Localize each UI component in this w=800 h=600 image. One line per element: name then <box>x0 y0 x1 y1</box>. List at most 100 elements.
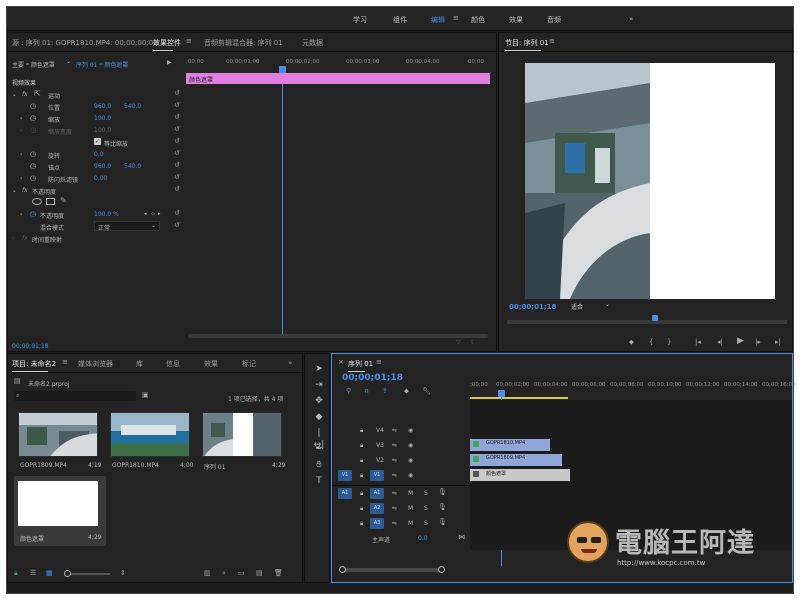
workspace-audio[interactable]: 音频 <box>547 15 561 25</box>
eye-icon[interactable]: ◉ <box>408 472 413 479</box>
reset-icon[interactable]: ↺ <box>174 174 180 181</box>
tab-project[interactable]: 项目: 未命名2 <box>12 359 56 372</box>
timeline-ruler[interactable]: ;00;00 00;00;02;00 00;00;04;00 00;00;06;… <box>470 380 796 398</box>
add-keyframe-icon[interactable]: ◇ <box>151 211 155 218</box>
anchor-y-value[interactable]: 540.0 <box>124 163 141 170</box>
program-monitor-title[interactable]: 节目: 序列 01 <box>505 38 549 51</box>
expand-arrow-icon[interactable]: › <box>12 235 14 242</box>
anchor-x-value[interactable]: 960.0 <box>94 163 111 170</box>
expand-arrow-icon[interactable]: › <box>20 211 22 218</box>
timeline-timecode[interactable]: 00;00;01;18 <box>342 373 403 383</box>
solo-button[interactable]: S <box>424 520 428 527</box>
stopwatch-icon[interactable]: ◷ <box>30 115 36 122</box>
export-icon[interactable]: ⇪ <box>470 339 475 346</box>
sync-lock-icon[interactable]: ⇋ <box>392 457 397 464</box>
sequence-clip-link[interactable]: 序列 01 * 颜色遮罩 <box>76 60 128 69</box>
hand-icon[interactable]: ✋︎ <box>313 459 325 471</box>
timeline-clip[interactable]: GOPR1809.MP4 <box>470 454 562 466</box>
lock-icon[interactable]: 🔒︎ <box>360 472 363 479</box>
reset-icon[interactable]: ↺ <box>174 114 180 121</box>
project-item-thumbnail[interactable] <box>18 412 98 457</box>
effect-scrollbar[interactable] <box>188 334 488 338</box>
tab-audio-clip-mixer[interactable]: 音频剪辑混合器: 序列 01 <box>204 38 283 48</box>
chevron-down-icon[interactable]: ⌄ <box>66 58 71 65</box>
master-clip-selector[interactable]: 主要 * 颜色遮罩 <box>12 60 55 69</box>
trash-icon[interactable]: 🗑︎ <box>274 570 283 577</box>
play-icon[interactable]: ▶ <box>737 337 744 346</box>
mute-button[interactable]: M <box>408 490 413 497</box>
fit-dropdown[interactable]: 适合 ⌄ <box>569 301 615 311</box>
go-to-end-icon[interactable]: ⋈ <box>458 534 465 541</box>
find-icon[interactable]: ⌕ <box>222 570 226 577</box>
anti-flicker-value[interactable]: 0.00 <box>94 175 107 182</box>
program-timecode[interactable]: 00;00;01;18 <box>509 303 556 311</box>
stopwatch-active-icon[interactable]: ◷ <box>30 211 36 218</box>
reset-icon[interactable]: ↺ <box>174 150 180 157</box>
color-matte-clip-bar[interactable]: 颜色遮罩 <box>186 73 490 84</box>
eye-icon[interactable]: ◉ <box>408 442 413 449</box>
type-tool-icon[interactable]: T <box>313 475 325 487</box>
project-item-thumbnail[interactable] <box>202 412 282 457</box>
filter-icon[interactable]: ▽ <box>456 339 461 346</box>
sync-lock-icon[interactable]: ⇋ <box>392 442 397 449</box>
go-to-in-icon[interactable]: |◂ <box>695 339 701 346</box>
scale-value[interactable]: 100.0 <box>94 115 111 122</box>
stopwatch-icon[interactable]: ◷ <box>30 151 36 158</box>
lock-icon[interactable]: 🔒︎ <box>360 490 363 497</box>
lock-icon[interactable]: 🔒︎ <box>360 427 363 434</box>
razor-icon[interactable]: ◆ <box>313 411 325 423</box>
workspace-color[interactable]: 颜色 <box>471 15 485 25</box>
lock-icon[interactable]: 🔒︎ <box>360 505 363 512</box>
snap-icon[interactable]: ⚲ <box>346 388 351 395</box>
microphone-icon[interactable]: 🎙︎ <box>438 504 447 511</box>
solo-button[interactable]: S <box>424 505 428 512</box>
tab-library[interactable]: 库 <box>136 359 143 369</box>
stopwatch-icon[interactable]: ◷ <box>30 127 36 134</box>
reset-icon[interactable]: ↺ <box>174 126 180 133</box>
more-workspaces-icon[interactable]: » <box>629 15 633 23</box>
uniform-scale-checkbox[interactable]: ✓ <box>94 138 101 145</box>
menu-icon[interactable]: ≡ <box>453 15 459 22</box>
linked-selection-icon[interactable]: ∩ <box>364 388 369 395</box>
reset-icon[interactable]: ↺ <box>174 90 180 97</box>
lock-icon[interactable]: 🔒︎ <box>360 520 363 527</box>
ripple-edit-icon[interactable]: ✥ <box>313 395 325 407</box>
ellipse-mask-icon[interactable] <box>32 198 42 205</box>
mute-button[interactable]: M <box>408 505 413 512</box>
program-playhead[interactable] <box>652 315 658 321</box>
effect-playhead[interactable] <box>282 72 283 334</box>
workspace-effects[interactable]: 效果 <box>509 15 523 25</box>
expand-arrow-icon[interactable]: › <box>20 115 22 122</box>
reset-icon[interactable]: ↺ <box>174 186 180 193</box>
tab-effect-controls[interactable]: 效果控件 <box>153 38 181 51</box>
sync-lock-icon[interactable]: ⇋ <box>392 427 397 434</box>
effect-timeline-ruler[interactable]: ;00;00 00;00;01;00 00;00;02;00 00;00;03;… <box>186 56 490 70</box>
workspace-assembly[interactable]: 组件 <box>393 15 407 25</box>
reset-icon[interactable]: ↺ <box>174 138 180 145</box>
workspace-editing[interactable]: 编辑 <box>431 15 445 25</box>
close-icon[interactable]: × <box>338 359 344 366</box>
selection-tool-icon[interactable]: ➤ <box>313 363 325 375</box>
thumbnail-size-slider[interactable] <box>64 570 110 577</box>
sync-lock-icon[interactable]: ⇋ <box>392 490 397 497</box>
reset-icon[interactable]: ↺ <box>174 222 180 229</box>
new-folder-icon[interactable]: ▭ <box>238 570 245 577</box>
source-tab[interactable]: 源 : 序列 01: GOPR1810.MP4: 00;00;00;00 <box>12 38 158 48</box>
slip-icon[interactable]: |↔| <box>313 427 325 450</box>
wrench-icon[interactable]: 🔧︎ <box>422 388 431 395</box>
more-tabs-icon[interactable]: » <box>288 359 292 367</box>
opacity-value[interactable]: 100.0 % <box>94 211 119 218</box>
collapse-arrow-icon[interactable]: ▶ <box>167 59 172 66</box>
lock-icon[interactable]: 🔒︎ <box>360 457 363 464</box>
track-target-a2[interactable]: A2 <box>370 503 384 514</box>
panel-menu-icon[interactable]: ≡ <box>549 38 555 45</box>
tab-media-browser[interactable]: 媒体浏览器 <box>78 359 113 369</box>
sync-lock-icon[interactable]: ⇋ <box>392 520 397 527</box>
rotation-value[interactable]: 0.0 <box>94 151 104 158</box>
lock-icon[interactable]: 🔒︎ <box>360 442 363 449</box>
add-marker-icon[interactable]: ⬥ <box>629 339 634 346</box>
project-search-input[interactable]: ⌕ <box>14 391 136 401</box>
panel-menu-icon[interactable]: ≡ <box>186 38 192 45</box>
source-patch-a1[interactable]: A1 <box>338 488 352 499</box>
position-x-value[interactable]: 960.0 <box>94 103 111 110</box>
